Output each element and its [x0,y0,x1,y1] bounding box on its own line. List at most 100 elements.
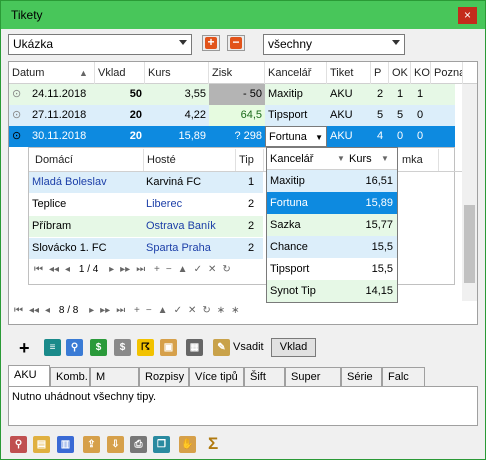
folder-add-icon[interactable]: ▤ [33,436,50,453]
title-bar [1,1,485,29]
col-vklad[interactable]: Vklad [95,62,145,84]
dropdown-item[interactable]: Sazka 15,77 [267,214,397,236]
add-set-button[interactable]: + [202,35,220,51]
tab-komb[interactable]: Komb. [50,367,90,387]
arrow-circle-icon: ⊙ [12,130,22,142]
cell-ok: 0 [397,130,404,142]
cell-away: Karviná FC [146,176,202,188]
money-gray-icon[interactable]: $ [114,339,131,356]
match-row[interactable]: Teplice Liberec 2 [29,194,263,215]
cell-kurs: 3,55 [184,88,206,100]
print-icon[interactable]: ⎙ [130,436,147,453]
cancel-icon: ✕ [207,264,217,275]
tab-vice-tipu[interactable]: Více tipů [189,367,244,387]
dropdown-col-kancelar[interactable]: Kancelář [270,153,313,165]
main-grid-navigator[interactable]: ⏮ ◂◂ ◂ 8 / 8 ▸ ▸▸ ⏭ + − ▲ ✓ ✕ ↻ ∗ ∗ [14,305,246,316]
cell-home: Teplice [32,198,67,210]
chevron-down-icon [392,40,400,45]
col-kurs[interactable]: Kurs [145,62,209,84]
export-icon[interactable]: ⇪ [83,436,100,453]
cell-date: 27.11.2018 [32,109,87,121]
prev-record-icon: ◂ [65,264,71,275]
sigma-icon[interactable]: Σ [208,434,218,454]
sub-grid-pager-label: 1 / 4 [78,264,99,275]
search-icon[interactable]: ⚲ [66,339,83,356]
delete-record-icon: − [145,305,152,316]
dropdown-item[interactable]: Tipsport 15,5 [267,258,397,280]
import-icon[interactable]: ⇩ [107,436,124,453]
plus-icon: + [205,36,217,49]
hand-icon[interactable]: ✋ [179,436,196,453]
col-kancelar[interactable]: Kancelář [265,62,327,84]
dropdown-item[interactable]: Synot Tip 14,15 [267,280,397,302]
tab-super-sift[interactable]: Super šift [285,367,341,402]
dropdown-col-kurs[interactable]: Kurs [349,148,372,170]
cell-kurs: 4,22 [184,109,206,121]
tab-aku[interactable]: AKU [8,365,50,387]
cancel-icon: ✕ [187,305,197,316]
window-title: Tikety [11,8,43,22]
tab-sift[interactable]: Šift [244,367,285,387]
col-domaci[interactable]: Domácí [32,149,144,171]
dropdown-item[interactable]: Maxitip 16,51 [267,170,397,192]
match-row[interactable]: Příbram Ostrava Baník 2 [29,216,263,237]
copy-icon[interactable]: ❐ [153,436,170,453]
add-record-icon: + [133,305,140,316]
tab-serie[interactable]: Série [341,367,382,387]
cell-vklad: 50 [129,88,142,100]
dropdown-item-selected[interactable]: Fortuna 15,89 [267,192,397,214]
tab-falc[interactable]: Falc [382,367,425,387]
cell-away: Ostrava Baník [146,220,216,232]
cell-home: Slovácko 1. FC [32,242,107,254]
box-icon[interactable]: ▣ [160,339,177,356]
close-button[interactable]: × [458,7,477,24]
cell-p: 5 [377,109,384,121]
sub-grid-navigator[interactable]: ⏮ ◂◂ ◂ 1 / 4 ▸ ▸▸ ⏭ + − ▲ ✓ ✕ ↻ [34,264,237,275]
cell-tip: 2 [248,198,255,210]
edit-record-icon: ▲ [157,305,168,316]
filter-combo[interactable]: všechny [263,34,405,55]
table-row[interactable]: ⊙ 27.11.2018 20 4,22 64,5 Tipsport AKU 5… [9,105,455,126]
vklad-button[interactable]: Vklad [271,338,316,357]
calculator-icon[interactable]: ▦ [186,339,203,356]
vsadit-label[interactable]: Vsadit [233,341,264,353]
col-zisk[interactable]: Zisk [209,62,265,84]
tab-m-komb[interactable]: M Komb [90,367,139,402]
col-ko[interactable]: KO [411,62,431,84]
cell-ok: 5 [397,109,404,121]
runner-icon[interactable]: ☈ [137,339,154,356]
col-datum[interactable]: Datum ▲ [9,62,95,84]
zoom-icon[interactable]: ⚲ [10,436,27,453]
ticket-set-combo[interactable]: Ukázka [8,34,192,55]
col-p[interactable]: P [371,62,389,84]
table-row[interactable]: ⊙ 24.11.2018 50 3,55 - 50 Maxitip AKU 2 … [9,84,455,105]
main-grid-scroll-thumb[interactable] [464,205,475,283]
col-ok[interactable]: OK [389,62,411,84]
prev-record-icon: ◂ [45,305,51,316]
last-record-icon: ⏭ [136,264,146,275]
col-tip[interactable]: Tip [236,149,264,171]
add-ticket-icon[interactable]: + [19,338,30,359]
cell-tip: 1 [248,176,255,188]
bet-icon[interactable]: ✎ [213,339,230,356]
remove-set-button[interactable]: − [227,35,245,51]
col-poznamka[interactable]: Pozna [431,62,463,84]
tab-rozpisy[interactable]: Rozpisy [139,367,189,387]
col-tiket[interactable]: Tiket [327,62,371,84]
star-icon: ∗ [216,305,226,316]
match-row[interactable]: Slovácko 1. FC Sparta Praha 2 [29,238,263,259]
cell-p: 2 [377,88,384,100]
match-row[interactable]: Mladá Boleslav Karviná FC 1 [29,172,263,193]
cell-away: Liberec [146,198,183,210]
money-icon[interactable]: $ [90,339,107,356]
dropdown-item[interactable]: Chance 15,5 [267,236,397,258]
col-extra[interactable]: mka [399,149,439,171]
col-hoste[interactable]: Hosté [144,149,236,171]
cell-kancelar: Maxitip [268,88,303,100]
chevron-down-icon[interactable]: ▼ [315,127,323,146]
chart-icon[interactable]: ▥ [57,436,74,453]
table-row-selected[interactable]: ⊙ 30.11.2018 20 15,89 ? 298 Fortuna ▼ AK… [9,126,455,147]
list-icon[interactable]: ≡ [44,339,61,356]
kancelar-editor[interactable]: Fortuna ▼ [265,126,327,147]
chevron-down-icon [179,40,187,45]
